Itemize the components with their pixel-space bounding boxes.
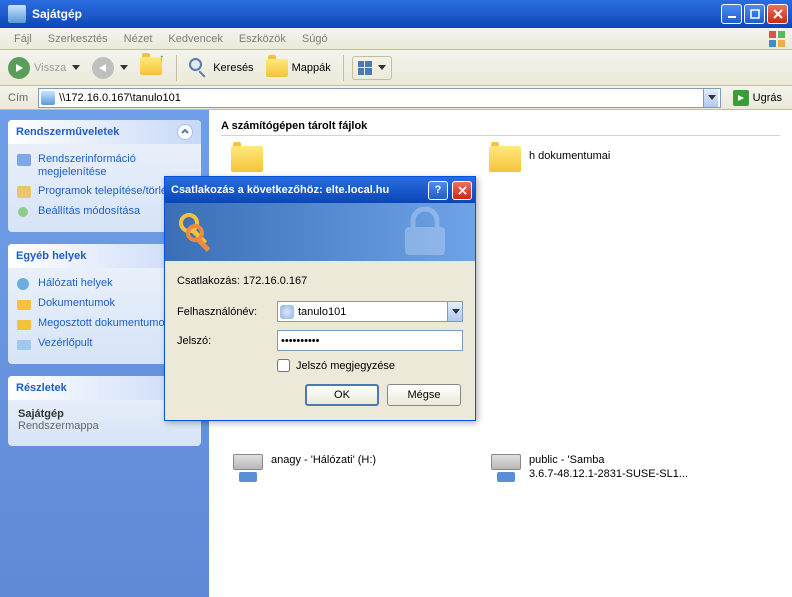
forward-button[interactable]	[88, 54, 132, 82]
chevron-down-icon	[708, 95, 716, 100]
location-icon	[41, 91, 55, 105]
folder-icon	[489, 146, 523, 176]
programs-icon	[16, 185, 32, 199]
dialog-title: Csatlakozás a következőhöz: elte.local.h…	[171, 184, 424, 196]
drive-item[interactable]: anagy - 'Hálózati' (H:)	[231, 450, 461, 482]
app-icon	[8, 5, 26, 23]
credentials-dialog: Csatlakozás a következőhöz: elte.local.h…	[164, 176, 476, 421]
panel-title: Egyéb helyek	[16, 250, 86, 262]
lock-bg-icon	[395, 207, 455, 257]
panel-title: Rendszerműveletek	[16, 126, 119, 138]
username-field[interactable]: tanulo101	[277, 301, 463, 322]
folder-icon	[266, 59, 288, 77]
dialog-banner	[165, 203, 475, 261]
folder-item[interactable]	[231, 146, 461, 176]
collapse-button[interactable]	[177, 124, 193, 140]
user-icon	[280, 305, 294, 319]
go-button[interactable]: Ugrás	[727, 88, 788, 108]
address-field[interactable]: \\172.16.0.167\tanulo101	[38, 88, 720, 108]
menu-favorites[interactable]: Kedvencek	[168, 33, 222, 45]
address-label: Cím	[4, 92, 32, 104]
window-title: Sajátgép	[30, 7, 721, 21]
folder-up-icon: ↑	[140, 57, 164, 79]
network-drive-icon	[489, 450, 523, 480]
search-icon	[189, 58, 209, 78]
password-label: Jelszó:	[177, 335, 277, 347]
menu-help[interactable]: Súgó	[302, 33, 328, 45]
menu-bar: Fájl Szerkesztés Nézet Kedvencek Eszközö…	[0, 28, 792, 50]
item-label: public - 'Samba	[529, 454, 688, 468]
search-label: Keresés	[213, 62, 253, 74]
views-icon	[358, 61, 372, 75]
username-label: Felhasználónév:	[177, 306, 277, 318]
up-button[interactable]: ↑	[136, 54, 168, 82]
windows-flag-icon	[768, 30, 786, 48]
info-icon	[16, 153, 32, 167]
chevron-down-icon	[120, 65, 128, 70]
dialog-close-button[interactable]	[452, 181, 472, 200]
toolbar: Vissza ↑ Keresés Mappák	[0, 50, 792, 86]
remember-checkbox[interactable]	[277, 359, 290, 372]
network-drive-icon	[231, 450, 265, 480]
ok-button[interactable]: OK	[305, 384, 379, 406]
back-icon	[8, 57, 30, 79]
menu-view[interactable]: Nézet	[124, 33, 153, 45]
go-icon	[733, 90, 749, 106]
folders-label: Mappák	[292, 62, 331, 74]
keys-icon	[175, 209, 219, 253]
password-field[interactable]	[277, 330, 463, 351]
back-button[interactable]: Vissza	[4, 54, 84, 82]
help-button[interactable]: ?	[428, 181, 448, 200]
folder-item[interactable]: h dokumentumai	[489, 146, 719, 176]
chevron-down-icon	[72, 65, 80, 70]
remember-label: Jelszó megjegyzése	[296, 360, 395, 372]
item-label: h dokumentumai	[529, 146, 610, 164]
separator	[176, 55, 177, 81]
connect-label: Csatlakozás: 172.16.0.167	[177, 275, 463, 287]
back-label: Vissza	[34, 62, 66, 74]
views-button[interactable]	[352, 56, 392, 80]
menu-tools[interactable]: Eszközök	[239, 33, 286, 45]
control-panel-icon	[16, 337, 32, 351]
separator	[343, 55, 344, 81]
close-button[interactable]	[767, 4, 788, 24]
network-icon	[16, 277, 32, 291]
item-sublabel: 3.6.7-48.12.1-2831-SUSE-SL1...	[529, 468, 688, 482]
drive-item[interactable]: public - 'Samba 3.6.7-48.12.1-2831-SUSE-…	[489, 450, 719, 482]
maximize-button[interactable]	[744, 4, 765, 24]
username-value: tanulo101	[298, 306, 460, 318]
dialog-title-bar[interactable]: Csatlakozás a következőhöz: elte.local.h…	[165, 177, 475, 203]
go-label: Ugrás	[753, 92, 782, 104]
chevron-down-icon	[378, 65, 386, 70]
minimize-button[interactable]	[721, 4, 742, 24]
folder-icon	[16, 317, 32, 331]
address-dropdown[interactable]	[703, 89, 718, 107]
username-dropdown[interactable]	[447, 302, 462, 321]
panel-title: Részletek	[16, 382, 67, 394]
menu-edit[interactable]: Szerkesztés	[48, 33, 108, 45]
address-bar: Cím \\172.16.0.167\tanulo101 Ugrás	[0, 86, 792, 110]
address-value: \\172.16.0.167\tanulo101	[59, 92, 698, 104]
item-label: anagy - 'Hálózati' (H:)	[271, 450, 376, 468]
folders-button[interactable]: Mappák	[262, 54, 335, 82]
search-button[interactable]: Keresés	[185, 54, 257, 82]
chevron-down-icon	[452, 309, 460, 314]
details-type: Rendszermappa	[18, 420, 191, 432]
forward-icon	[92, 57, 114, 79]
cancel-button[interactable]: Mégse	[387, 384, 461, 406]
folder-icon	[16, 297, 32, 311]
folder-icon	[231, 146, 265, 176]
menu-file[interactable]: Fájl	[14, 33, 32, 45]
section-header: A számítógépen tárolt fájlok	[221, 118, 780, 136]
settings-icon	[16, 205, 32, 219]
title-bar: Sajátgép	[0, 0, 792, 28]
